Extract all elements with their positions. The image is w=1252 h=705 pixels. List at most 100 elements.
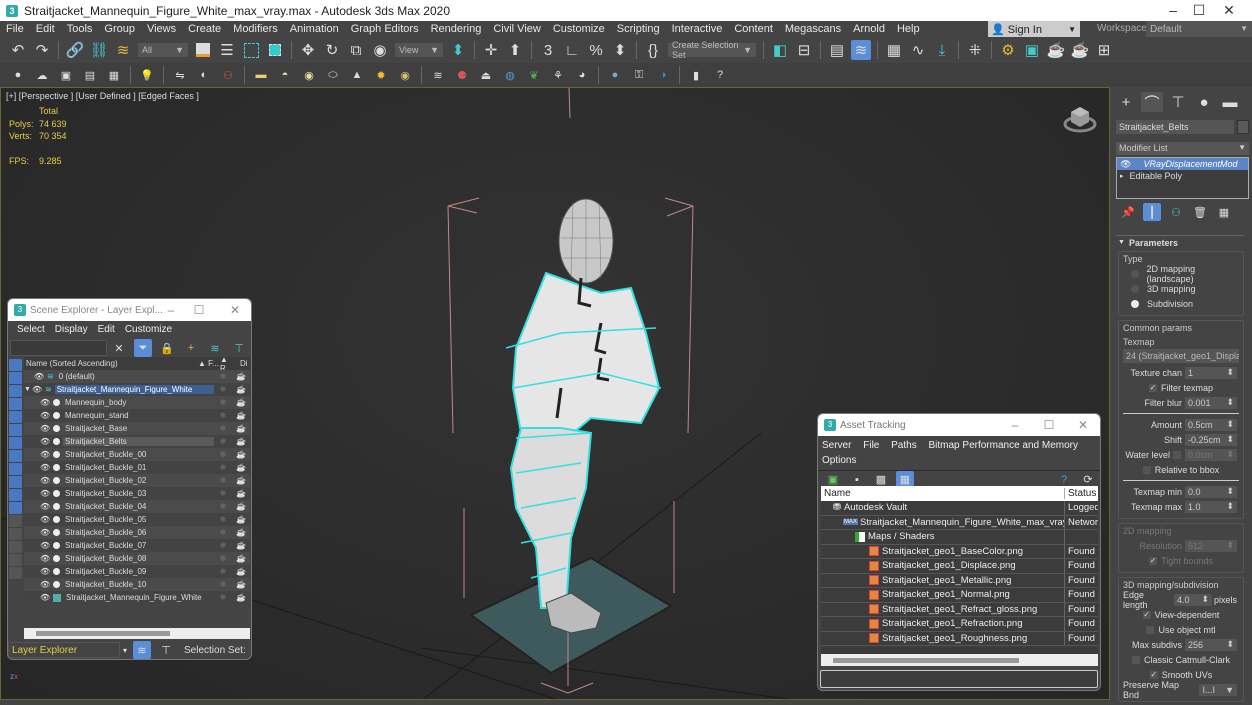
classic-catmull-checkbox[interactable]: Classic Catmull-Clark xyxy=(1123,652,1239,667)
help-icon[interactable]: ? xyxy=(711,66,729,84)
undo-icon[interactable]: ↶ xyxy=(8,40,28,60)
xrefs-filter-icon[interactable] xyxy=(9,450,22,462)
render-teapot-icon[interactable]: ☕ xyxy=(232,411,250,420)
teapot-icon[interactable]: ● xyxy=(9,66,27,84)
object-color-swatch[interactable] xyxy=(1237,120,1249,134)
freeze-icon[interactable]: ❄ xyxy=(214,528,232,537)
sphere-half-icon[interactable]: ◐ xyxy=(195,66,213,84)
asset-row[interactable]: Straitjacket_geo1_BaseColor.png Found xyxy=(821,544,1098,559)
scene-tree-row[interactable]: 👁 Mannequin_stand ❄ ☕ xyxy=(24,409,250,422)
parameters-rollout-header[interactable]: ▼ Parameters xyxy=(1116,235,1244,249)
named-selection-dropdown[interactable]: Create Selection Set ▼ xyxy=(668,40,756,60)
scene-tree-row[interactable]: 👁 Straitjacket_Buckle_01 ❄ ☕ xyxy=(24,461,250,474)
texture-chan-spinner[interactable]: 1 ⬍ xyxy=(1185,366,1237,379)
se-maximize-button[interactable]: ☐ xyxy=(182,299,216,321)
pin-stack-icon[interactable]: 📌 xyxy=(1119,203,1137,221)
cameras-filter-icon[interactable] xyxy=(9,398,22,410)
frame-buffer-icon[interactable]: ▮ xyxy=(687,66,705,84)
eye-icon[interactable]: 👁 xyxy=(40,528,50,537)
render-teapot-icon[interactable]: ☕ xyxy=(232,476,250,485)
menu-interactive[interactable]: Interactive xyxy=(666,23,729,35)
workspace-dropdown[interactable]: Default ▼ xyxy=(1146,21,1252,38)
sun-icon[interactable]: ✹ xyxy=(372,66,390,84)
lights-filter-icon[interactable] xyxy=(9,385,22,397)
ribbon-icon[interactable]: ▦ xyxy=(884,40,904,60)
asset-path-field[interactable] xyxy=(820,670,1098,688)
render-teapot-icon[interactable]: ☕ xyxy=(232,398,250,407)
use-object-mtl-checkbox[interactable]: Use object mtl xyxy=(1123,622,1239,637)
freeze-icon[interactable]: ❄ xyxy=(214,450,232,459)
menu-graph-editors[interactable]: Graph Editors xyxy=(345,23,425,35)
bind-space-warp-icon[interactable]: ≋ xyxy=(113,40,133,60)
display-tab-icon[interactable]: ▬ xyxy=(1219,92,1241,112)
water-level-checkbox[interactable] xyxy=(1173,450,1181,459)
scene-tree-row[interactable]: ▼ 👁 ≋ Straitjacket_Mannequin_Figure_White ❄ ☕ xyxy=(24,383,250,396)
eye-icon[interactable]: 👁 xyxy=(40,515,50,524)
asset-row[interactable]: Straitjacket_geo1_Displace.png Found xyxy=(821,559,1098,574)
snap-3d-icon[interactable]: 3 xyxy=(538,40,558,60)
material-balls-icon[interactable]: ⚇ xyxy=(219,66,237,84)
remove-modifier-icon[interactable]: 🗑 xyxy=(1191,203,1209,221)
percent-snap-icon[interactable]: % xyxy=(586,40,606,60)
dome-light-icon[interactable]: ◓ xyxy=(276,66,294,84)
eye-icon[interactable]: 👁 xyxy=(32,385,42,394)
render-teapot-icon[interactable]: ☕ xyxy=(232,541,250,550)
menu-megascans[interactable]: Megascans xyxy=(779,23,847,35)
redo-icon[interactable]: ↷ xyxy=(32,40,52,60)
keyboard-shortcut-icon[interactable]: ⬆ xyxy=(505,40,525,60)
table-icon[interactable]: ▦ xyxy=(105,66,123,84)
asset-row[interactable]: ⛃Autodesk Vault Logged. xyxy=(821,501,1098,516)
select-object-icon[interactable] xyxy=(193,40,213,60)
plane-light-icon[interactable]: ▬ xyxy=(252,66,270,84)
rect-selection-icon[interactable] xyxy=(241,40,261,60)
menu-file[interactable]: File xyxy=(0,23,30,35)
lock-icon[interactable]: 🔒 xyxy=(158,339,176,357)
eye-icon[interactable]: 👁 xyxy=(40,567,50,576)
render-setup-icon[interactable]: ⚙ xyxy=(998,40,1018,60)
unlink-icon[interactable]: ⛓ xyxy=(89,40,109,60)
scene-tree-row[interactable]: 👁 Straitjacket_Buckle_04 ❄ ☕ xyxy=(24,500,250,513)
freeze-icon[interactable]: ❄ xyxy=(214,567,232,576)
add-layer-icon[interactable]: + xyxy=(182,339,200,357)
select-all-icon[interactable] xyxy=(9,515,22,527)
layer-explorer-icon[interactable]: ≋ xyxy=(851,40,871,60)
eye-icon[interactable]: 👁 xyxy=(34,372,44,381)
freeze-icon[interactable]: ❄ xyxy=(214,515,232,524)
col-display[interactable]: Di xyxy=(240,359,250,368)
shapes-filter-icon[interactable] xyxy=(9,372,22,384)
menu-content[interactable]: Content xyxy=(728,23,779,35)
render-teapot-icon[interactable]: ☕ xyxy=(232,424,250,433)
freeze-icon[interactable]: ❄ xyxy=(214,502,232,511)
modify-tab-icon[interactable]: ⌒ xyxy=(1141,92,1163,112)
eye-icon[interactable]: 👁 xyxy=(1120,159,1131,170)
eye-icon[interactable]: 👁 xyxy=(40,554,50,563)
se-horizontal-scrollbar[interactable] xyxy=(24,628,250,639)
freeze-icon[interactable]: ❄ xyxy=(214,437,232,446)
scene-tree-row[interactable]: 👁 Straitjacket_Mannequin_Figure_White ❄ ☕ xyxy=(24,591,250,604)
render-teapot-icon[interactable]: ☕ xyxy=(232,567,250,576)
freeze-icon[interactable]: ❄ xyxy=(214,411,232,420)
ref-coord-dropdown[interactable]: View ▼ xyxy=(395,43,443,57)
material-editor-icon[interactable]: ⁜ xyxy=(965,40,985,60)
eye-icon[interactable]: 👁 xyxy=(40,437,50,446)
max-subdivs-spinner[interactable]: 256 ⬍ xyxy=(1185,638,1237,651)
eye-icon[interactable]: 👁 xyxy=(40,398,50,407)
at-minimize-button[interactable]: – xyxy=(998,414,1032,436)
shift-spinner[interactable]: -0.25cm ⬍ xyxy=(1185,433,1237,446)
render-teapot-icon[interactable]: ☕ xyxy=(232,580,250,589)
render-teapot-icon[interactable]: ☕ xyxy=(232,463,250,472)
rock-icon[interactable]: ◕ xyxy=(573,66,591,84)
select-invert-icon[interactable] xyxy=(9,541,22,553)
stack-item-editable-poly[interactable]: ▸ Editable Poly xyxy=(1117,170,1248,182)
menu-arnold[interactable]: Arnold xyxy=(847,23,891,35)
render-teapot-icon[interactable]: ☕ xyxy=(232,515,250,524)
texmap-max-spinner[interactable]: 1.0 ⬍ xyxy=(1185,500,1237,513)
curve-editor-icon[interactable]: ∿ xyxy=(908,40,928,60)
texmap-button[interactable]: 24 (Straitjacket_geo1_Displac xyxy=(1123,349,1239,363)
at-menu-bitmap[interactable]: Bitmap Performance and Memory xyxy=(929,440,1079,451)
menu-create[interactable]: Create xyxy=(182,23,227,35)
spinner-snap-icon[interactable]: ⬍ xyxy=(610,40,630,60)
scene-tree-row[interactable]: 👁 Straitjacket_Belts ❄ ☕ xyxy=(24,435,250,448)
se-menu-edit[interactable]: Edit xyxy=(98,324,115,335)
selection-filter-dropdown[interactable]: All ▼ xyxy=(138,43,188,57)
